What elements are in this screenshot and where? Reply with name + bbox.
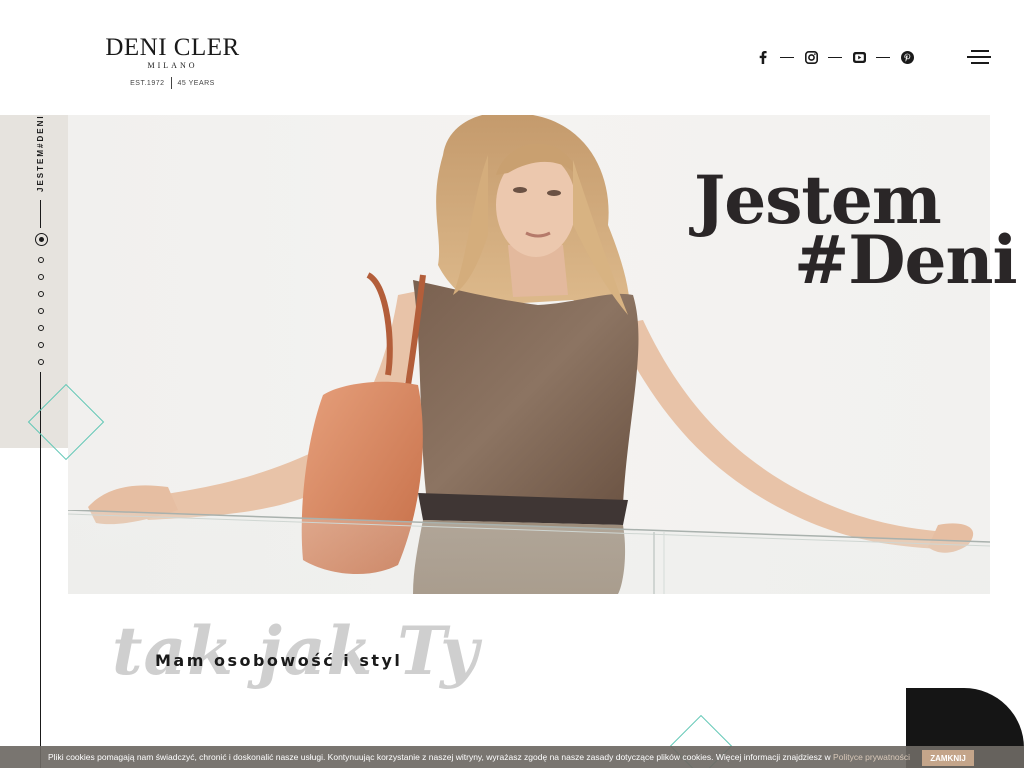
slide-dot[interactable] — [38, 359, 44, 365]
cookie-text: Pliki cookies pomagają nam świadczyć, ch… — [48, 752, 910, 762]
cookie-message: Pliki cookies pomagają nam świadczyć, ch… — [48, 752, 834, 762]
slide-dot[interactable] — [38, 325, 44, 331]
hero-title: Jestem #Deni — [694, 167, 1018, 299]
logo[interactable]: DENI CLER MILANO EST.1972 45 YEARS — [100, 35, 245, 89]
instagram-icon[interactable] — [804, 50, 818, 64]
logo-name: DENI CLER — [105, 34, 240, 61]
years-label: 45 YEARS — [177, 80, 215, 87]
sidebar-line — [40, 200, 41, 228]
sidebar-hashtag: JESTEM#DENI — [36, 114, 45, 192]
social-divider — [828, 56, 842, 58]
slide-dot-active[interactable] — [34, 233, 48, 246]
logo-established: EST.1972 45 YEARS — [100, 77, 245, 89]
social-divider — [780, 56, 794, 58]
slide-dot[interactable] — [38, 342, 44, 348]
glass-railing — [68, 509, 990, 594]
menu-icon[interactable] — [967, 49, 991, 65]
logo-city: MILANO — [147, 61, 198, 70]
slide-dot[interactable] — [38, 291, 44, 297]
sidebar-label: JESTEM#DENI — [36, 114, 46, 192]
tagline: Mam osobowość i styl — [155, 651, 403, 670]
youtube-icon[interactable] — [852, 50, 866, 64]
privacy-policy-link[interactable]: Polityce prywatności — [833, 752, 910, 762]
social-divider — [876, 56, 890, 58]
facebook-icon[interactable] — [756, 50, 770, 64]
hero-title-line2: #Deni — [794, 221, 1018, 299]
cookie-bar: Pliki cookies pomagają nam świadczyć, ch… — [0, 746, 1024, 768]
established-year: EST.1972 — [130, 80, 165, 87]
close-cookie-button[interactable]: ZAMKNIJ — [922, 750, 974, 766]
slide-dot[interactable] — [38, 257, 44, 263]
logo-divider — [170, 77, 172, 89]
pinterest-icon[interactable] — [900, 50, 914, 64]
slide-dot[interactable] — [38, 308, 44, 314]
slide-dots — [34, 233, 48, 365]
slide-dot[interactable] — [38, 274, 44, 280]
social-links — [756, 50, 914, 64]
